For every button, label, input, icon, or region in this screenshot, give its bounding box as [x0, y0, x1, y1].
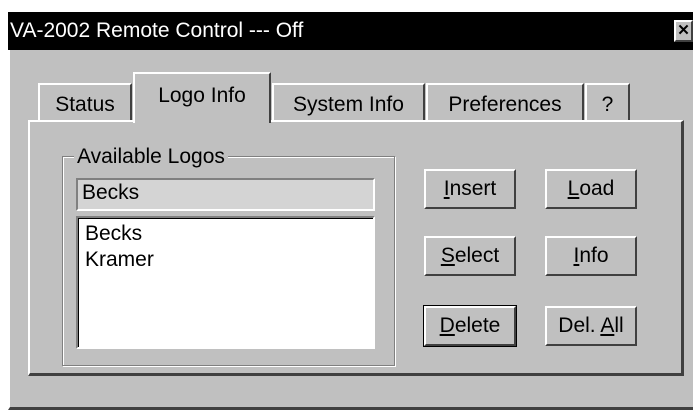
delete-all-button[interactable]: Del. All — [545, 306, 637, 346]
tab-status[interactable]: Status — [38, 83, 132, 123]
info-button[interactable]: Info — [545, 236, 637, 276]
delete-button[interactable]: Delete — [423, 305, 517, 347]
accelerator-key: L — [567, 177, 580, 200]
select-button[interactable]: Select — [424, 236, 516, 276]
button-label: oad — [579, 177, 615, 200]
button-label: nfo — [579, 244, 609, 267]
logos-listbox[interactable]: Becks Kramer — [76, 216, 375, 349]
button-label: nsert — [449, 177, 497, 200]
button-label: ll — [614, 314, 624, 337]
tab-label: Status — [55, 93, 115, 116]
close-icon: ✕ — [677, 22, 690, 39]
tab-label: Preferences — [448, 93, 562, 116]
tab-label: Logo Info — [158, 84, 246, 107]
group-label: Available Logos — [74, 145, 228, 169]
accelerator-key: S — [440, 244, 455, 267]
button-label: elect — [454, 244, 500, 267]
title-bar: VA-2002 Remote Control --- Off ✕ — [8, 12, 693, 50]
remote-control-window: VA-2002 Remote Control --- Off ✕ Status … — [0, 0, 693, 416]
accelerator-key: A — [600, 314, 615, 337]
tab-label: ? — [601, 93, 614, 116]
button-label: elete — [454, 314, 501, 337]
window-title: VA-2002 Remote Control --- Off — [10, 19, 304, 42]
load-button[interactable]: Load — [545, 169, 637, 209]
tab-label: System Info — [293, 93, 404, 116]
tab-logo-info[interactable]: Logo Info — [133, 72, 271, 123]
selected-logo-field[interactable]: Becks — [76, 178, 375, 211]
accelerator-key: D — [439, 314, 455, 337]
close-button[interactable]: ✕ — [674, 20, 693, 42]
list-item[interactable]: Becks — [85, 221, 373, 247]
insert-button[interactable]: Insert — [424, 169, 516, 209]
tab-system-info[interactable]: System Info — [272, 83, 425, 123]
button-label: Del. — [558, 314, 601, 337]
list-item[interactable]: Kramer — [85, 247, 373, 273]
tab-help[interactable]: ? — [585, 83, 630, 123]
tab-preferences[interactable]: Preferences — [426, 83, 584, 123]
